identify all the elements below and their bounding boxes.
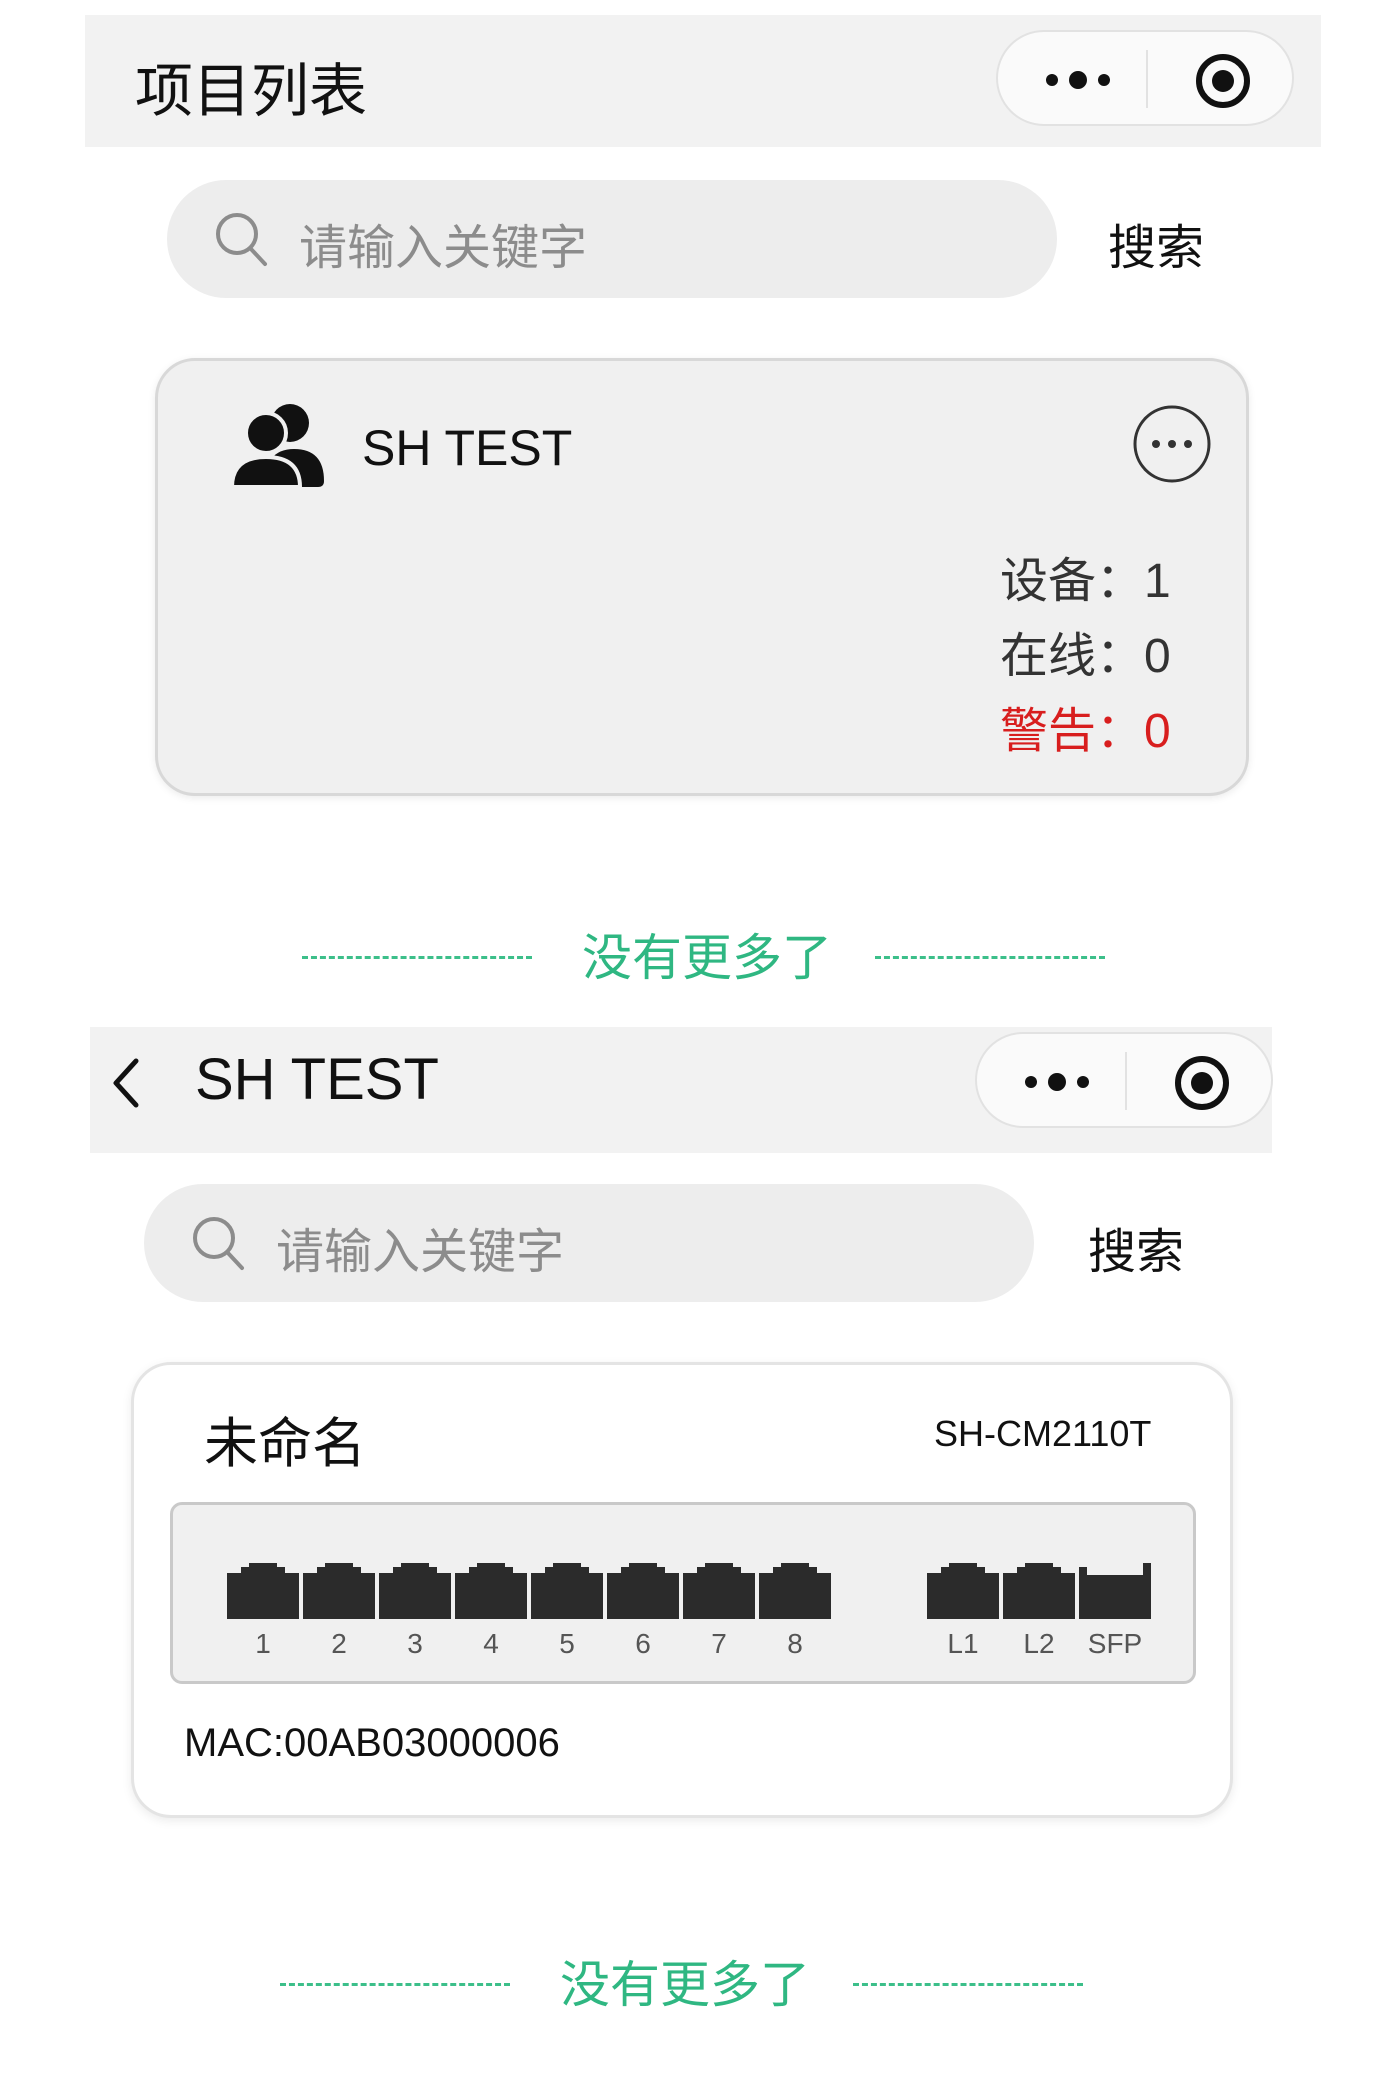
uplink-port-2[interactable] — [1003, 1563, 1075, 1619]
close-miniprogram-icon[interactable] — [1173, 1054, 1231, 1112]
lan-port-6[interactable] — [607, 1563, 679, 1619]
search-icon — [193, 1217, 244, 1270]
divider-line-right — [875, 956, 1105, 959]
lan-port-label: 6 — [635, 1628, 651, 1659]
search-input[interactable]: 请输入关键字 — [167, 180, 1057, 298]
device-name: 未命名 — [204, 1412, 366, 1475]
divider-line-left — [280, 1983, 510, 1986]
divider-line-left — [302, 956, 532, 959]
lan-port-7[interactable] — [683, 1563, 755, 1619]
online-count-row: 在线：0 — [1000, 616, 1171, 686]
lan-port-8[interactable] — [759, 1563, 831, 1619]
device-count-row: 设备：1 — [1000, 541, 1171, 611]
lan-port-3[interactable] — [379, 1563, 451, 1619]
lan-port-label: 5 — [559, 1628, 575, 1659]
uplink-port-label: SFP — [1087, 1628, 1143, 1659]
lan-port-4[interactable] — [455, 1563, 527, 1619]
more-options-icon[interactable] — [1131, 403, 1213, 485]
no-more-label: 没有更多了 — [560, 1956, 810, 2014]
capsule-menu — [996, 30, 1294, 126]
more-icon[interactable] — [1038, 60, 1118, 100]
search-placeholder: 请输入关键字 — [299, 220, 588, 276]
search-button[interactable]: 搜索 — [1088, 1212, 1184, 1282]
search-placeholder: 请输入关键字 — [276, 1224, 565, 1280]
device-count-value: 1 — [1144, 555, 1171, 608]
online-count-value: 0 — [1144, 630, 1171, 683]
warning-count-row: 警告：0 — [1000, 691, 1171, 761]
device-model: SH-CM2110T — [934, 1413, 1152, 1454]
lan-port-label: 8 — [787, 1628, 803, 1659]
capsule-divider — [1125, 1052, 1127, 1110]
page-title: SH TEST — [195, 1047, 439, 1112]
capsule-menu — [975, 1032, 1273, 1128]
lan-port-label: 1 — [255, 1628, 271, 1659]
online-count-label: 在线： — [1000, 628, 1145, 684]
lan-port-label: 2 — [331, 1628, 347, 1659]
warning-count-label: 警告： — [1000, 703, 1145, 759]
group-users-icon — [230, 404, 324, 489]
uplink-port-3[interactable] — [1079, 1563, 1151, 1619]
device-card[interactable]: 未命名 SH-CM2110T 1 2 3 4 5 6 7 8 L1 L2 SFP MAC:00AB0… — [131, 1362, 1233, 1818]
project-card[interactable]: SH TEST 设备：1 在线：0 警告：0 — [155, 358, 1249, 796]
uplink-port-label: L1 — [947, 1628, 979, 1659]
lan-port-1[interactable] — [227, 1563, 299, 1619]
lan-port-2[interactable] — [303, 1563, 375, 1619]
project-name: SH TEST — [362, 420, 573, 476]
lan-port-5[interactable] — [531, 1563, 603, 1619]
lan-port-label: 4 — [483, 1628, 499, 1659]
capsule-divider — [1146, 50, 1148, 108]
lan-port-label: 3 — [407, 1628, 423, 1659]
close-miniprogram-icon[interactable] — [1194, 52, 1252, 110]
page-title: 项目列表 — [135, 57, 368, 125]
no-more-label: 没有更多了 — [582, 929, 832, 987]
uplink-port-label: L2 — [1023, 1628, 1055, 1659]
uplink-port-1[interactable] — [927, 1563, 999, 1619]
mac-address: MAC:00AB03000006 — [184, 1721, 560, 1765]
device-count-label: 设备： — [1000, 553, 1145, 609]
search-button[interactable]: 搜索 — [1108, 208, 1204, 278]
lan-port-label: 7 — [711, 1628, 727, 1659]
search-icon — [216, 213, 267, 266]
back-chevron-icon[interactable] — [108, 1055, 144, 1111]
more-icon[interactable] — [1017, 1062, 1097, 1102]
warning-count-value: 0 — [1144, 705, 1171, 758]
search-input[interactable]: 请输入关键字 — [144, 1184, 1034, 1302]
divider-line-right — [853, 1983, 1083, 1986]
port-panel: 1 2 3 4 5 6 7 8 L1 L2 SFP — [170, 1502, 1196, 1684]
